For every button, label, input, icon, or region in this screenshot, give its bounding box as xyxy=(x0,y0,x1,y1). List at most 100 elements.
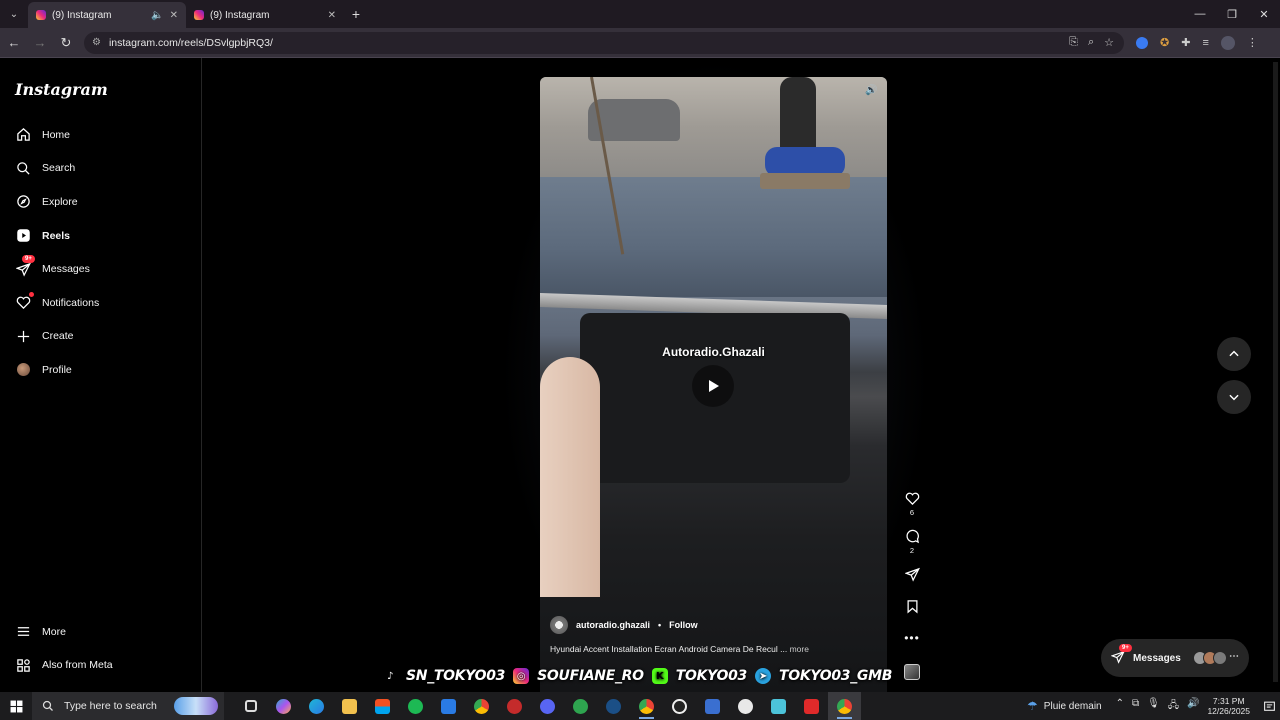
microphone-icon[interactable]: 🎙 xyxy=(1147,698,1160,715)
browser-tab-2[interactable]: (9) Instagram ✕ xyxy=(186,2,344,28)
weather-widget[interactable]: ☂ Pluie demain xyxy=(1027,699,1102,713)
follow-button[interactable]: Follow xyxy=(669,620,698,630)
extension-2-icon[interactable]: ✪ xyxy=(1160,36,1169,49)
taskbar-search[interactable]: Type here to search xyxy=(32,692,224,720)
next-reel-button[interactable] xyxy=(1217,380,1251,414)
close-tab-icon[interactable]: ✕ xyxy=(328,10,336,21)
like-button[interactable]: 6 xyxy=(900,491,924,529)
sidebar-item-create[interactable]: Create xyxy=(0,320,200,354)
profile-avatar[interactable] xyxy=(1220,35,1235,50)
sidebar-item-more[interactable]: More xyxy=(0,615,200,649)
obs-icon[interactable] xyxy=(663,692,696,720)
sidebar-item-also-from-meta[interactable]: Also from Meta xyxy=(0,649,200,683)
zoom-icon[interactable]: ⌕ xyxy=(1088,36,1094,49)
calculator-icon[interactable] xyxy=(696,692,729,720)
chrome-icon[interactable] xyxy=(465,692,498,720)
forward-icon[interactable]: → xyxy=(28,31,52,55)
sidebar-item-search[interactable]: Search xyxy=(0,152,200,186)
author-username[interactable]: autoradio.ghazali xyxy=(576,620,650,630)
audio-thumbnail[interactable] xyxy=(904,664,920,680)
messages-pill-label: Messages xyxy=(1133,652,1181,664)
tray-app-icon[interactable]: ⧉ xyxy=(1132,698,1139,715)
app-cyan-icon[interactable] xyxy=(762,692,795,720)
scrollbar-thumb[interactable] xyxy=(1273,62,1278,682)
notification-center-icon[interactable] xyxy=(1258,692,1280,720)
app-white-icon[interactable] xyxy=(729,692,762,720)
file-explorer-icon[interactable] xyxy=(333,692,366,720)
speaker-icon[interactable]: 🔊 xyxy=(865,85,879,99)
author-avatar[interactable] xyxy=(550,616,568,634)
like-count: 6 xyxy=(909,508,915,517)
chevron-up-icon[interactable]: ⌃ xyxy=(1116,698,1124,715)
previous-reel-button[interactable] xyxy=(1217,337,1251,371)
messages-badge: 9+ xyxy=(22,255,35,264)
tray-icons: ⌃ ⧉ 🎙 🖧 🔊 xyxy=(1116,698,1200,715)
reload-icon[interactable]: ↻ xyxy=(54,31,78,55)
search-icon xyxy=(14,159,32,177)
utorrent-icon[interactable] xyxy=(564,692,597,720)
sidebar-item-explore[interactable]: Explore xyxy=(0,185,200,219)
bookmark-star-icon[interactable]: ☆ xyxy=(1104,36,1114,49)
sidebar-item-label: Messages xyxy=(42,263,90,276)
play-button[interactable] xyxy=(692,365,734,407)
reels-icon xyxy=(14,227,32,245)
chrome-active-icon[interactable] xyxy=(828,692,861,720)
speaker-icon[interactable]: 🔈 xyxy=(151,10,163,21)
close-tab-icon[interactable]: ✕ xyxy=(170,10,178,21)
clock[interactable]: 7:31 PM 12/26/2025 xyxy=(1207,696,1250,716)
install-app-icon[interactable]: ⎘ xyxy=(1069,36,1078,49)
app-red-icon[interactable] xyxy=(498,692,531,720)
comment-button[interactable]: 2 xyxy=(900,529,924,567)
messages-pill[interactable]: 9+ Messages ⋯ xyxy=(1101,639,1249,677)
steam-icon[interactable] xyxy=(597,692,630,720)
caption-more-link[interactable]: more xyxy=(790,644,809,654)
more-options-button[interactable]: ••• xyxy=(900,631,924,661)
conversation-avatars: ⋯ xyxy=(1193,651,1239,665)
site-info-icon[interactable]: ⚙ xyxy=(92,37,101,48)
sidebar-item-reels[interactable]: Reels xyxy=(0,219,200,253)
sidebar-item-notifications[interactable]: Notifications xyxy=(0,286,200,320)
network-icon[interactable]: 🖧 xyxy=(1168,698,1179,715)
save-button[interactable] xyxy=(900,599,924,631)
volume-icon[interactable]: 🔊 xyxy=(1187,698,1199,715)
task-view-icon[interactable] xyxy=(234,692,267,720)
clock-date: 12/26/2025 xyxy=(1207,706,1250,716)
browser-tab-1[interactable]: (9) Instagram 🔈 ✕ xyxy=(28,2,186,28)
restore-icon[interactable]: ❐ xyxy=(1216,0,1248,28)
mail-icon[interactable] xyxy=(432,692,465,720)
play-icon xyxy=(709,380,719,392)
close-window-icon[interactable]: ✕ xyxy=(1248,0,1280,28)
sidebar-item-label: Explore xyxy=(42,195,78,208)
chrome-running-icon[interactable] xyxy=(630,692,663,720)
kebab-menu-icon[interactable]: ⋮ xyxy=(1247,36,1258,49)
sidebar-item-profile[interactable]: Profile xyxy=(0,353,200,387)
sidebar-item-home[interactable]: Home xyxy=(0,118,200,152)
spotify-icon[interactable] xyxy=(399,692,432,720)
reel-video[interactable]: 🔊 Autoradio.Ghazali autoradio.ghazali • … xyxy=(540,77,887,692)
media-control-icon[interactable]: ≡ xyxy=(1202,37,1208,49)
instagram-logo[interactable]: Instagram xyxy=(15,80,108,99)
start-button[interactable] xyxy=(0,692,32,720)
edge-icon[interactable] xyxy=(300,692,333,720)
page-scrollbar[interactable] xyxy=(1270,58,1280,692)
store-icon[interactable] xyxy=(366,692,399,720)
video-toy-base xyxy=(760,173,850,189)
extension-icon[interactable] xyxy=(1136,36,1148,49)
messenger-icon: 9+ xyxy=(14,255,35,278)
app-red-square-icon[interactable] xyxy=(795,692,828,720)
minimize-icon[interactable]: — xyxy=(1184,0,1216,28)
puzzle-icon[interactable]: ✚ xyxy=(1181,36,1190,49)
share-button[interactable] xyxy=(900,567,924,599)
video-dashboard xyxy=(540,177,887,297)
back-icon[interactable]: ← xyxy=(2,31,26,55)
discord-icon[interactable] xyxy=(531,692,564,720)
address-bar[interactable]: ⚙ instagram.com/reels/DSvlgpbjRQ3/ ⎘ ⌕ ☆ xyxy=(84,31,1124,54)
new-tab-button[interactable]: + xyxy=(344,6,368,22)
sidebar-item-messages[interactable]: 9+ Messages xyxy=(0,252,200,286)
tab-search-icon[interactable]: ⌄ xyxy=(0,0,28,28)
sidebar: Instagram Home Search Explore Reels 9+ M… xyxy=(0,58,202,692)
weather-text: Pluie demain xyxy=(1043,700,1102,712)
copilot-icon[interactable] xyxy=(267,692,300,720)
umbrella-icon: ☂ xyxy=(1027,699,1038,713)
instagram-icon: ◎ xyxy=(513,668,530,684)
